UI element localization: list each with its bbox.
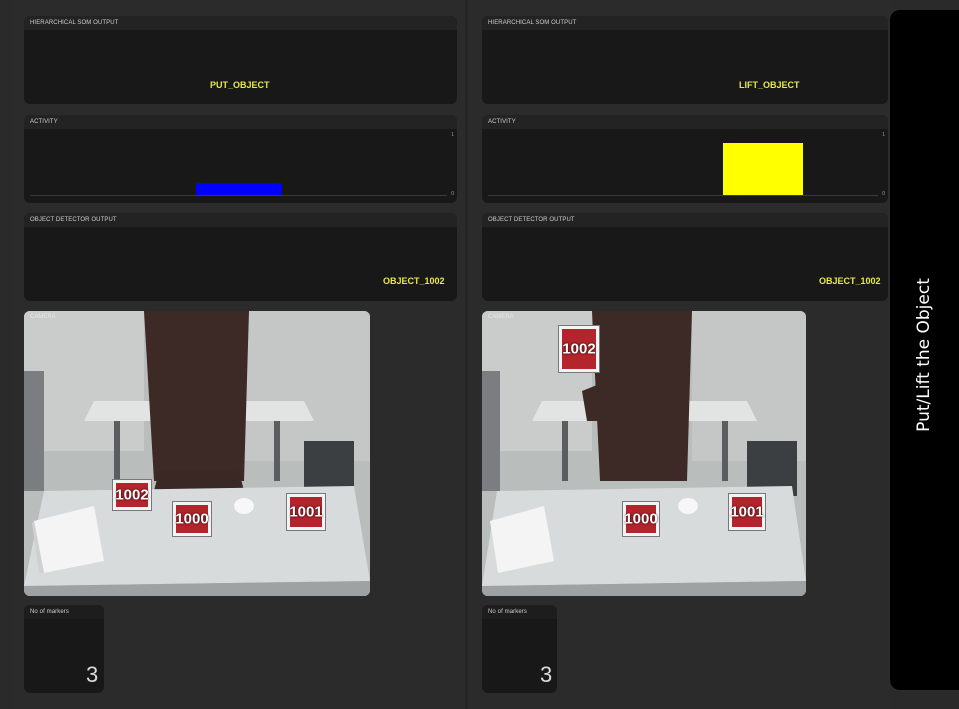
left-camera-feed: CAMERA 1002 1000 1001: [24, 311, 370, 596]
left-activity-panel: ACTIVITY 1 0: [24, 115, 457, 203]
right-activity-tick-min: 0: [882, 191, 885, 197]
right-camera-title: CAMERA: [488, 314, 514, 320]
left-som-output-value: PUT_OBJECT: [210, 80, 270, 90]
left-activity-tick-max: 1: [451, 132, 454, 138]
left-markers-count-panel: No of markers 3: [24, 605, 104, 693]
right-detector-value: OBJECT_1002: [819, 276, 881, 286]
right-camera-marker-1000-label: 1000: [624, 510, 658, 528]
left-camera-marker-1002-label: 1002: [115, 486, 149, 504]
right-camera-marker-1000: 1000: [622, 501, 660, 537]
left-camera-marker-1001: 1001: [286, 493, 326, 531]
right-camera-scene: [482, 311, 806, 596]
right-activity-title: ACTIVITY: [482, 115, 888, 129]
right-markers-count-value: 3: [540, 662, 553, 687]
left-camera-marker-1000: 1000: [172, 501, 212, 537]
left-markers-count-title: No of markers: [24, 605, 104, 619]
left-detector-value: OBJECT_1002: [383, 276, 445, 286]
left-activity-title: ACTIVITY: [24, 115, 457, 129]
right-activity-panel: ACTIVITY 1 0: [482, 115, 888, 203]
right-activity-tick-max: 1: [882, 132, 885, 138]
task-label: Put/Lift the Object: [914, 278, 934, 432]
right-camera-marker-1001: 1001: [728, 493, 766, 531]
left-activity-bar: [196, 183, 282, 195]
left-camera-marker-1000-label: 1000: [175, 510, 209, 528]
right-detector-panel: OBJECT DETECTOR OUTPUT OBJECT_1002: [482, 213, 888, 301]
left-activity-tick-min: 0: [451, 191, 454, 197]
right-markers-count-panel: No of markers 3: [482, 605, 557, 693]
right-som-output-value: LIFT_OBJECT: [739, 80, 800, 90]
right-som-output-title: HIERARCHICAL SOM OUTPUT: [482, 16, 888, 30]
left-som-output-title: HIERARCHICAL SOM OUTPUT: [24, 16, 457, 30]
left-detector-panel: OBJECT DETECTOR OUTPUT OBJECT_1002: [24, 213, 457, 301]
left-camera-marker-1002: 1002: [112, 479, 152, 511]
left-camera-marker-1001-label: 1001: [289, 503, 323, 521]
right-markers-count-title: No of markers: [482, 605, 557, 619]
right-activity-baseline: [488, 195, 878, 196]
right-som-output-panel: HIERARCHICAL SOM OUTPUT LIFT_OBJECT: [482, 16, 888, 104]
right-camera-marker-1002: 1002: [558, 325, 600, 373]
left-detector-title: OBJECT DETECTOR OUTPUT: [24, 213, 457, 227]
task-sidebar: Put/Lift the Object: [890, 10, 959, 690]
left-markers-count-value: 3: [86, 662, 99, 687]
right-camera-feed: CAMERA 1002 1000 1001: [482, 311, 806, 596]
right-activity-bar: [723, 143, 803, 195]
left-camera-scene: [24, 311, 370, 596]
right-camera-marker-1002-label: 1002: [562, 340, 596, 358]
right-camera-marker-1001-label: 1001: [730, 503, 764, 521]
left-activity-baseline: [30, 195, 447, 196]
left-camera-title: CAMERA: [30, 314, 56, 320]
right-detector-title: OBJECT DETECTOR OUTPUT: [482, 213, 888, 227]
left-som-output-panel: HIERARCHICAL SOM OUTPUT PUT_OBJECT: [24, 16, 457, 104]
